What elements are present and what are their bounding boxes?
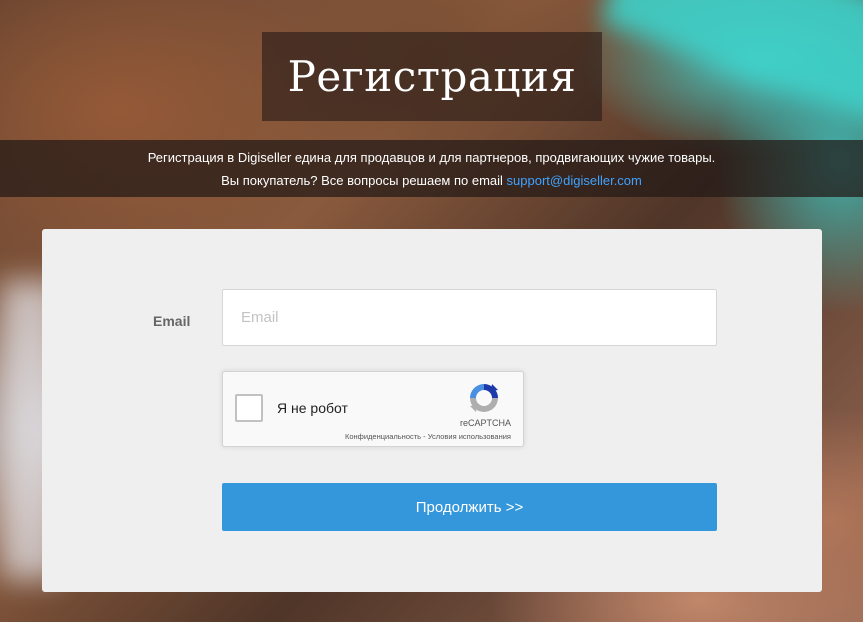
support-email-link[interactable]: support@digiseller.com (507, 173, 642, 188)
recaptcha-privacy-link[interactable]: Конфиденциальность (345, 432, 421, 441)
recaptcha-link-separator: - (421, 432, 428, 441)
recaptcha-logo-icon (470, 384, 498, 412)
recaptcha-links: Конфиденциальность - Условия использован… (345, 432, 511, 441)
info-line-2-text: Вы покупатель? Все вопросы решаем по ema… (221, 173, 507, 188)
recaptcha-checkbox[interactable] (235, 394, 263, 422)
email-input[interactable] (222, 289, 717, 346)
registration-form-card: Email Я не робот reCAPTCHA Конфиденциаль… (42, 229, 822, 592)
continue-button[interactable]: Продолжить >> (222, 483, 717, 531)
recaptcha-label: Я не робот (277, 400, 348, 416)
page-title: Регистрация (287, 52, 577, 101)
recaptcha-brand: reCAPTCHA (459, 418, 511, 428)
recaptcha-terms-link[interactable]: Условия использования (428, 432, 511, 441)
info-banner: Регистрация в Digiseller едина для прода… (0, 140, 863, 197)
page-title-box: Регистрация (262, 32, 602, 121)
email-label: Email (153, 313, 191, 329)
info-line-1: Регистрация в Digiseller едина для прода… (147, 150, 716, 165)
recaptcha-widget: Я не робот reCAPTCHA Конфиденциальность … (222, 371, 524, 447)
info-line-2: Вы покупатель? Все вопросы решаем по ema… (0, 169, 863, 192)
